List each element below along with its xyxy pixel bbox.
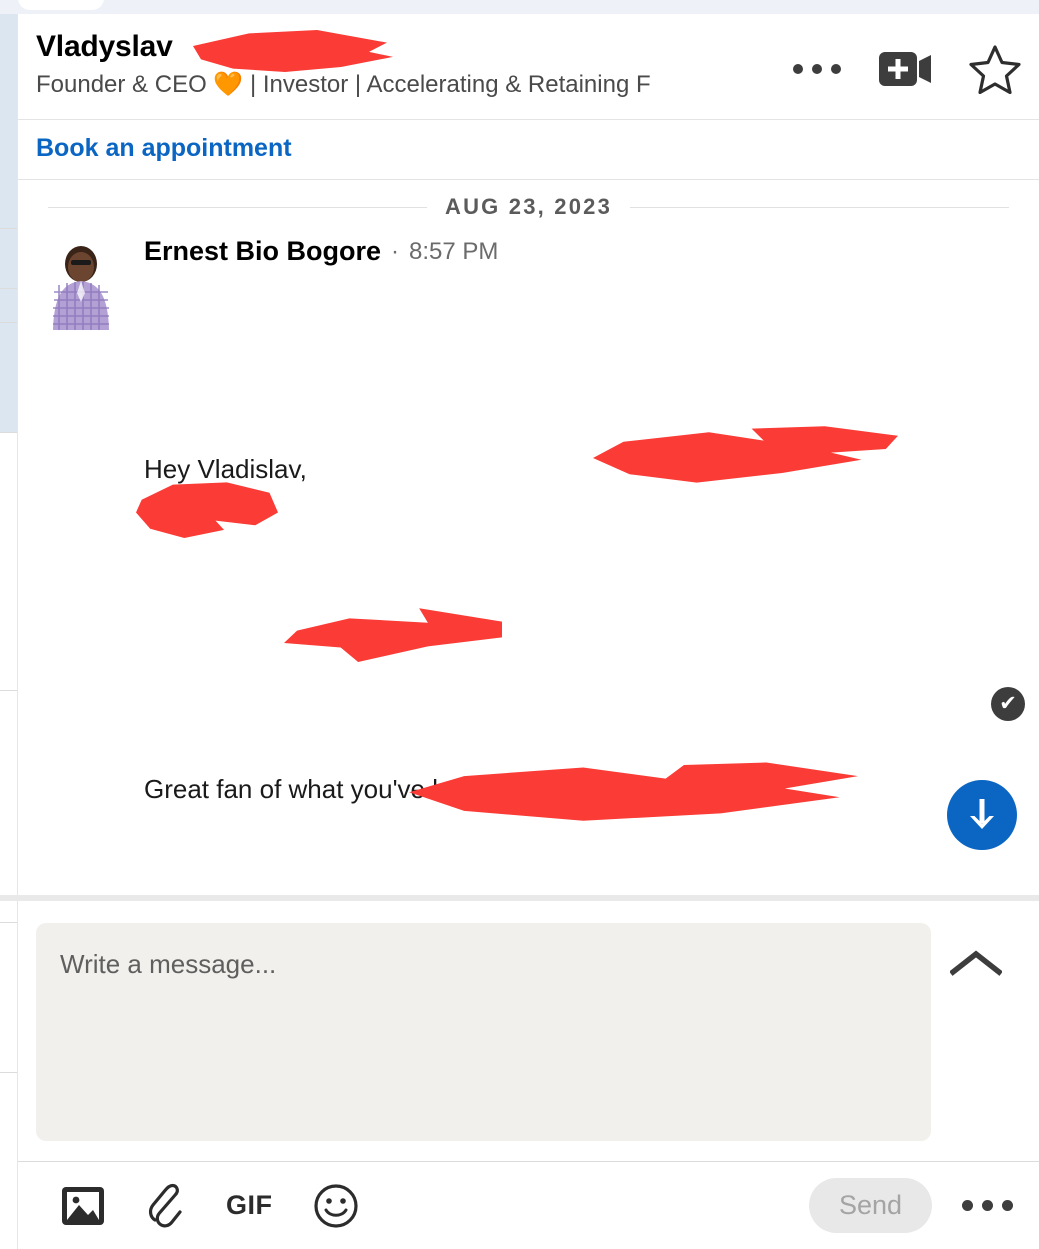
message-list[interactable]: AUG 23, 2023 Ernest Bio Bogore · 8:57 PM… xyxy=(18,180,1039,900)
conversation-list-item[interactable] xyxy=(0,289,17,323)
emoji-button[interactable] xyxy=(313,1183,359,1229)
star-conversation-button[interactable] xyxy=(969,44,1021,94)
avatar[interactable] xyxy=(36,240,126,330)
arrow-down-icon xyxy=(970,799,994,829)
message-paragraph: Great fan of what you've built at Belkin… xyxy=(144,683,1025,900)
composer-more-button[interactable] xyxy=(962,1200,1013,1211)
divider-rule-left xyxy=(48,206,427,208)
message-text: Hey Vladislav, Great fan of what you've … xyxy=(144,277,1025,900)
scroll-to-bottom-button[interactable] xyxy=(947,780,1017,850)
message-thread-panel: Vladyslav Founder & CEO 🧡 | Investor | A… xyxy=(0,14,1039,1249)
thread-participant-name: Vladyslav xyxy=(36,30,173,63)
divider-rule-right xyxy=(630,206,1010,208)
emoji-icon xyxy=(313,1183,358,1228)
message-author[interactable]: Ernest Bio Bogore xyxy=(144,236,381,267)
message-paragraph: Hey Vladislav, xyxy=(144,362,1021,575)
read-receipt-badge: ✔ xyxy=(991,686,1025,721)
paperclip-icon xyxy=(148,1183,182,1227)
window-corner-nub xyxy=(18,0,104,10)
book-appointment-row: Book an appointment xyxy=(18,120,1039,180)
message-input[interactable]: Write a message... xyxy=(36,923,931,1141)
message-line: Great fan of what you've built at Belkin… xyxy=(144,773,608,804)
composer-toolbar: GIF Send xyxy=(18,1161,1039,1249)
conversation-list-item[interactable] xyxy=(0,14,17,229)
more-horizontal-icon xyxy=(793,64,841,74)
conversation-list-item[interactable] xyxy=(0,433,17,691)
meta-separator: · xyxy=(391,237,400,265)
more-options-button[interactable] xyxy=(793,64,841,74)
conversation-list-item[interactable] xyxy=(0,691,17,923)
image-icon xyxy=(62,1186,104,1225)
conversation-list-item[interactable] xyxy=(0,323,17,433)
video-camera-plus-icon xyxy=(879,52,931,86)
attach-file-button[interactable] xyxy=(146,1182,186,1230)
message-input-placeholder: Write a message... xyxy=(60,949,277,979)
conversation-list-item[interactable] xyxy=(0,1073,17,1249)
gif-button[interactable]: GIF xyxy=(226,1190,273,1221)
star-outline-icon xyxy=(969,45,1021,94)
thread-header: Vladyslav Founder & CEO 🧡 | Investor | A… xyxy=(18,14,1039,120)
thread-header-actions xyxy=(793,44,1021,94)
message-body: Ernest Bio Bogore · 8:57 PM Hey Vladisla… xyxy=(126,236,1025,900)
message-composer: Write a message... GIF Send xyxy=(0,895,1039,1249)
video-meeting-button[interactable] xyxy=(877,47,933,91)
date-divider-label: AUG 23, 2023 xyxy=(444,194,613,219)
book-appointment-link[interactable]: Book an appointment xyxy=(36,134,292,163)
thread-participant-headline: Founder & CEO 🧡 | Investor | Acceleratin… xyxy=(36,70,651,98)
expand-composer-button[interactable] xyxy=(931,923,1021,1141)
linkedin-messaging-window: Vladyslav Founder & CEO 🧡 | Investor | A… xyxy=(0,0,1039,1249)
conversation-list-sliver[interactable] xyxy=(0,0,18,1249)
message-time: 8:57 PM xyxy=(409,237,499,265)
message-group: Ernest Bio Bogore · 8:57 PM Hey Vladisla… xyxy=(18,230,1039,900)
message-meta: Ernest Bio Bogore · 8:57 PM xyxy=(144,236,1021,267)
gif-label: GIF xyxy=(226,1190,273,1220)
add-photo-button[interactable] xyxy=(60,1184,106,1228)
avatar-image xyxy=(36,240,126,330)
window-top-strip xyxy=(0,0,1039,14)
send-button[interactable]: Send xyxy=(808,1178,932,1233)
message-line: Hey Vladislav, xyxy=(144,453,307,484)
date-divider: AUG 23, 2023 xyxy=(18,180,1039,230)
conversation-list-item[interactable] xyxy=(0,229,17,289)
chevron-up-icon xyxy=(950,950,1002,976)
conversation-list-item[interactable] xyxy=(0,923,17,1073)
